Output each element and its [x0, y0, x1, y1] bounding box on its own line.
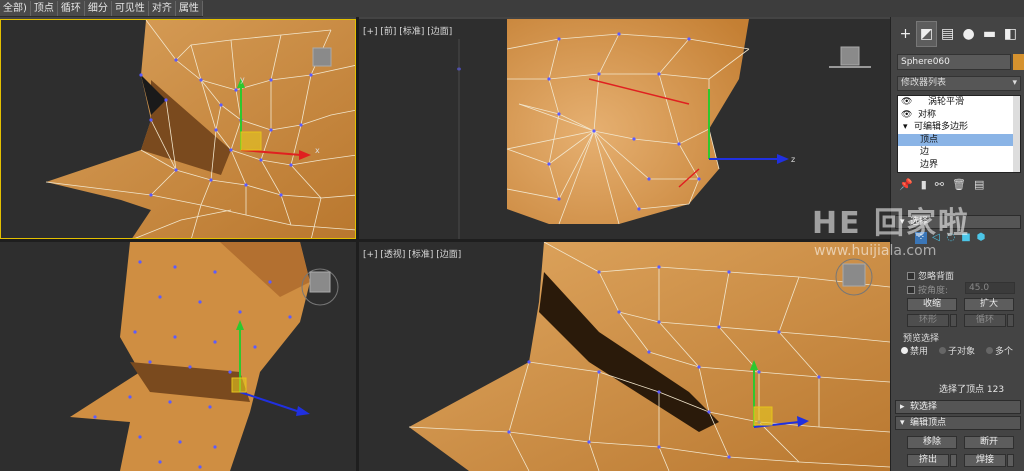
selection-status: 选择了顶点 123: [939, 385, 1005, 395]
subobject-icons: ⁘ ◁ ◌ ■ ⬢: [915, 232, 987, 244]
viewport-label[interactable]: [+] [前] [标准] [边面]: [363, 24, 452, 37]
hierarchy-tab-icon[interactable]: ▤: [937, 21, 958, 47]
viewport-label[interactable]: [+] [透视] [标准] [边面]: [363, 247, 461, 260]
make-unique-icon[interactable]: ⚯: [935, 178, 944, 194]
toolbar-item-all[interactable]: 全部): [0, 0, 31, 16]
preview-disabled-radio[interactable]: 禁用: [901, 344, 928, 357]
object-color-swatch[interactable]: [1013, 54, 1024, 70]
element-mode-icon[interactable]: ⬢: [975, 232, 987, 244]
preview-subobject-radio[interactable]: 子对象: [939, 344, 975, 357]
utilities-tab-icon[interactable]: ◧: [1000, 21, 1021, 47]
viewport-separator-vertical[interactable]: [356, 17, 359, 471]
polygon-mode-icon[interactable]: ■: [960, 232, 972, 244]
border-mode-icon[interactable]: ◌: [945, 232, 957, 244]
viewport-separator-horizontal[interactable]: [0, 239, 890, 242]
view-cube-icon: [312, 47, 332, 67]
edge-mode-icon[interactable]: ◁: [930, 232, 942, 244]
view-cube-icon: [840, 46, 860, 66]
vertex-mode-icon[interactable]: ⁘: [915, 232, 927, 244]
viewport-perspective[interactable]: [+] [透视] [标准] [边面]: [359, 242, 890, 471]
collapse-arrow-icon[interactable]: ▾: [903, 121, 908, 134]
toolbar-item-align[interactable]: 对齐: [149, 0, 176, 16]
toolbar-item-vertex[interactable]: 顶点: [31, 0, 58, 16]
configure-icon[interactable]: ▤: [974, 178, 984, 194]
break-button[interactable]: 断开: [964, 436, 1014, 449]
modifier-stack: 👁 涡轮平滑 ⁚ 👁 对称 ⁚ ▾ 可编辑多边形 顶点 ⁚ 边 边界: [897, 95, 1021, 173]
expand-arrow-icon: ▸: [900, 402, 905, 412]
ring-spinner[interactable]: [950, 314, 957, 327]
top-toolbar: 全部) 顶点 循环 细分 可见性 对齐 属性: [0, 0, 1024, 17]
toolbar-empty-area: [202, 0, 1024, 17]
show-end-result-icon[interactable]: ▮: [921, 178, 927, 194]
mesh-surface: [409, 242, 890, 471]
stack-item-editable-poly[interactable]: ▾ 可编辑多边形: [898, 121, 1020, 134]
ignore-backfacing-checkbox[interactable]: 忽略背面: [907, 269, 954, 282]
modifier-list-dropdown[interactable]: 修改器列表: [897, 76, 1021, 91]
eye-icon[interactable]: 👁: [901, 109, 912, 122]
loop-button[interactable]: 循环: [964, 314, 1006, 327]
rollout-soft-selection[interactable]: ▸ 软选择: [895, 400, 1021, 414]
view-cube-icon: [309, 271, 331, 293]
extrude-button[interactable]: 挤出: [907, 454, 949, 467]
stack-tools: 📌 ▮ ⚯ 🗑 ▤: [899, 178, 1019, 194]
weld-button[interactable]: 焊接: [964, 454, 1006, 467]
by-angle-spinner[interactable]: 45.0: [965, 282, 1015, 294]
axis-z-label: z: [791, 155, 795, 164]
toolbar-item-visibility[interactable]: 可见性: [112, 0, 149, 16]
remove-modifier-icon[interactable]: 🗑: [952, 178, 966, 194]
display-tab-icon[interactable]: ▬: [979, 21, 1000, 47]
collapse-arrow-icon: ▾: [900, 418, 905, 428]
weld-settings-button[interactable]: [1007, 454, 1014, 467]
toolbar-item-properties[interactable]: 属性: [176, 0, 203, 16]
rollout-selection[interactable]: ▾ 选择: [895, 215, 1021, 229]
collapse-arrow-icon: ▾: [900, 217, 905, 227]
preview-selection-label: 预览选择: [903, 334, 940, 344]
viewport-front-canvas: z: [457, 19, 871, 239]
extrude-settings-button[interactable]: [950, 454, 957, 467]
command-panel: + ◩ ▤ ● ▬ ◧ 修改器列表 👁 涡轮平滑 ⁚ 👁 对称 ⁚ ▾ 可编辑多…: [890, 17, 1024, 471]
stack-item-symmetry[interactable]: 👁 对称 ⁚: [898, 109, 1020, 122]
by-angle-checkbox[interactable]: 按角度:: [907, 283, 948, 296]
view-cube-icon: [842, 263, 866, 287]
viewport-bottom-left-canvas: [70, 242, 339, 471]
stack-item-vertex[interactable]: 顶点 ⁚: [898, 133, 1020, 146]
eye-icon[interactable]: 👁: [901, 96, 912, 109]
app-window: 全部) 顶点 循环 细分 可见性 对齐 属性 y x z [+] [前] [标准…: [0, 0, 1024, 471]
create-tab-plus-icon[interactable]: +: [895, 21, 916, 47]
stack-item-border[interactable]: 边界: [898, 159, 1020, 172]
shrink-button[interactable]: 收缩: [907, 298, 957, 311]
motion-tab-icon[interactable]: ●: [958, 21, 979, 47]
ring-button[interactable]: 环形: [907, 314, 949, 327]
loop-spinner[interactable]: [1007, 314, 1014, 327]
viewport-top-left-canvas: y x: [45, 20, 355, 238]
modify-tab-icon[interactable]: ◩: [915, 21, 938, 47]
axis-x-label: x: [315, 146, 320, 155]
viewport-bottom-left[interactable]: [0, 242, 356, 471]
viewport-perspective-canvas: [408, 242, 890, 471]
preview-multi-radio[interactable]: 多个: [986, 344, 1013, 357]
remove-button[interactable]: 移除: [907, 436, 957, 449]
viewport-top-left[interactable]: y x: [0, 19, 356, 239]
stack-item-turbosmooth[interactable]: 👁 涡轮平滑 ⁚: [898, 96, 1020, 109]
rollout-edit-vertices[interactable]: ▾ 编辑顶点: [895, 416, 1021, 430]
object-name-field[interactable]: [897, 54, 1011, 70]
pin-icon[interactable]: 📌: [899, 178, 913, 194]
grow-button[interactable]: 扩大: [964, 298, 1014, 311]
command-panel-tabs: + ◩ ▤ ● ▬ ◧: [895, 21, 1021, 47]
viewport-front[interactable]: z [+] [前] [标准] [边面]: [359, 19, 890, 239]
toolbar-item-subdivide[interactable]: 细分: [85, 0, 112, 16]
mesh-surface: [507, 19, 749, 224]
axis-y-label: y: [240, 75, 245, 84]
stack-scrollbar[interactable]: [1013, 96, 1020, 172]
toolbar-item-loop[interactable]: 循环: [58, 0, 85, 16]
stack-item-edge[interactable]: 边: [898, 146, 1020, 159]
